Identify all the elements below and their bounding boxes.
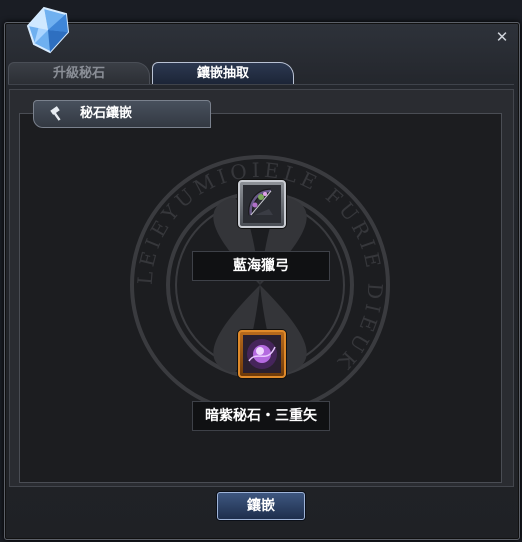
gem-name: 暗紫秘石・三重矢 bbox=[192, 401, 330, 431]
gem-slot[interactable] bbox=[238, 330, 286, 378]
section-header: 秘石鑲嵌 bbox=[33, 100, 211, 128]
purple-gem-icon bbox=[243, 335, 281, 373]
embed-button[interactable]: 鑲嵌 bbox=[217, 492, 305, 520]
bow-icon bbox=[243, 185, 281, 223]
weapon-name: 藍海獵弓 bbox=[192, 251, 330, 281]
tab-upgrade-stone[interactable]: 升級秘石 bbox=[8, 62, 150, 85]
hammer-icon bbox=[50, 106, 61, 121]
crystal-icon bbox=[26, 6, 70, 54]
tab-divider bbox=[8, 84, 514, 85]
tab-embed-extract[interactable]: 鑲嵌抽取 bbox=[152, 62, 294, 85]
close-button[interactable]: ✕ bbox=[494, 29, 510, 45]
section-title: 秘石鑲嵌 bbox=[80, 106, 133, 121]
weapon-slot[interactable] bbox=[238, 180, 286, 228]
